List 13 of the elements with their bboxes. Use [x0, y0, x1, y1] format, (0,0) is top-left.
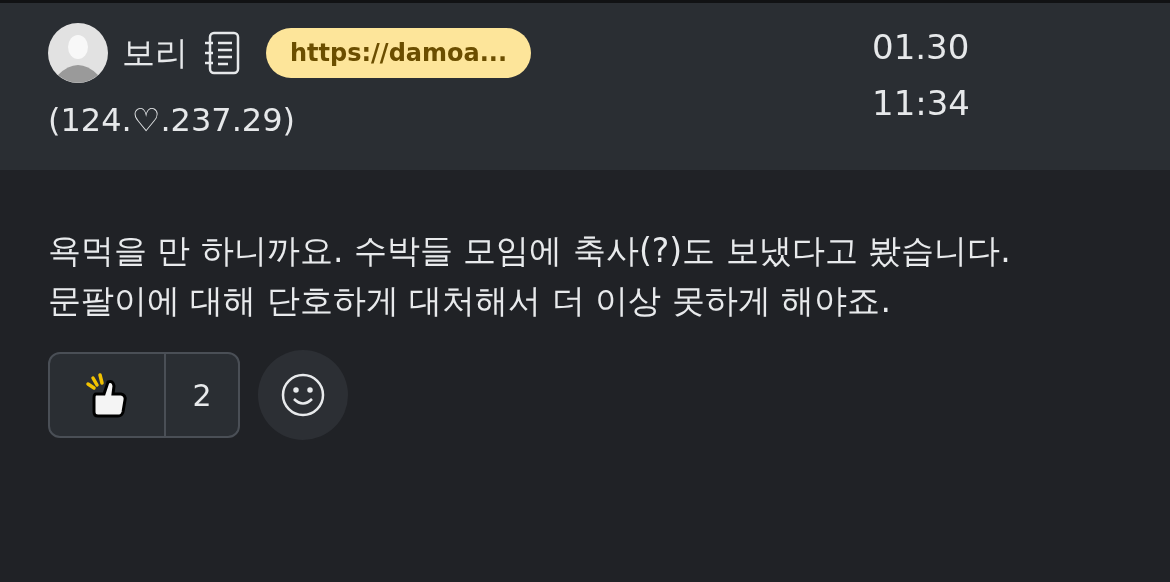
avatar-icon: [48, 23, 108, 83]
link-badge[interactable]: https://damoa...: [266, 28, 532, 78]
memo-icon[interactable]: [202, 31, 242, 75]
comment-text: 문팔이에 대해 단호하게 대처해서 더 이상 못하게 해야죠.: [48, 280, 892, 322]
reaction-chip[interactable]: 2: [48, 352, 240, 438]
post-time: 11:34: [872, 83, 971, 123]
comment-text: 욕먹을 만 하니까요. 수박들 모임에 축사(?)도 보냈다고 봤습니다.: [48, 230, 1012, 272]
smiley-icon: [281, 373, 325, 417]
thumbs-up-icon: [84, 372, 130, 418]
reaction-count: 2: [191, 376, 213, 415]
post-date: 01.30: [872, 27, 971, 67]
ip-address: (124.♡.237.29): [48, 101, 297, 139]
author-name[interactable]: 보리: [122, 30, 188, 76]
